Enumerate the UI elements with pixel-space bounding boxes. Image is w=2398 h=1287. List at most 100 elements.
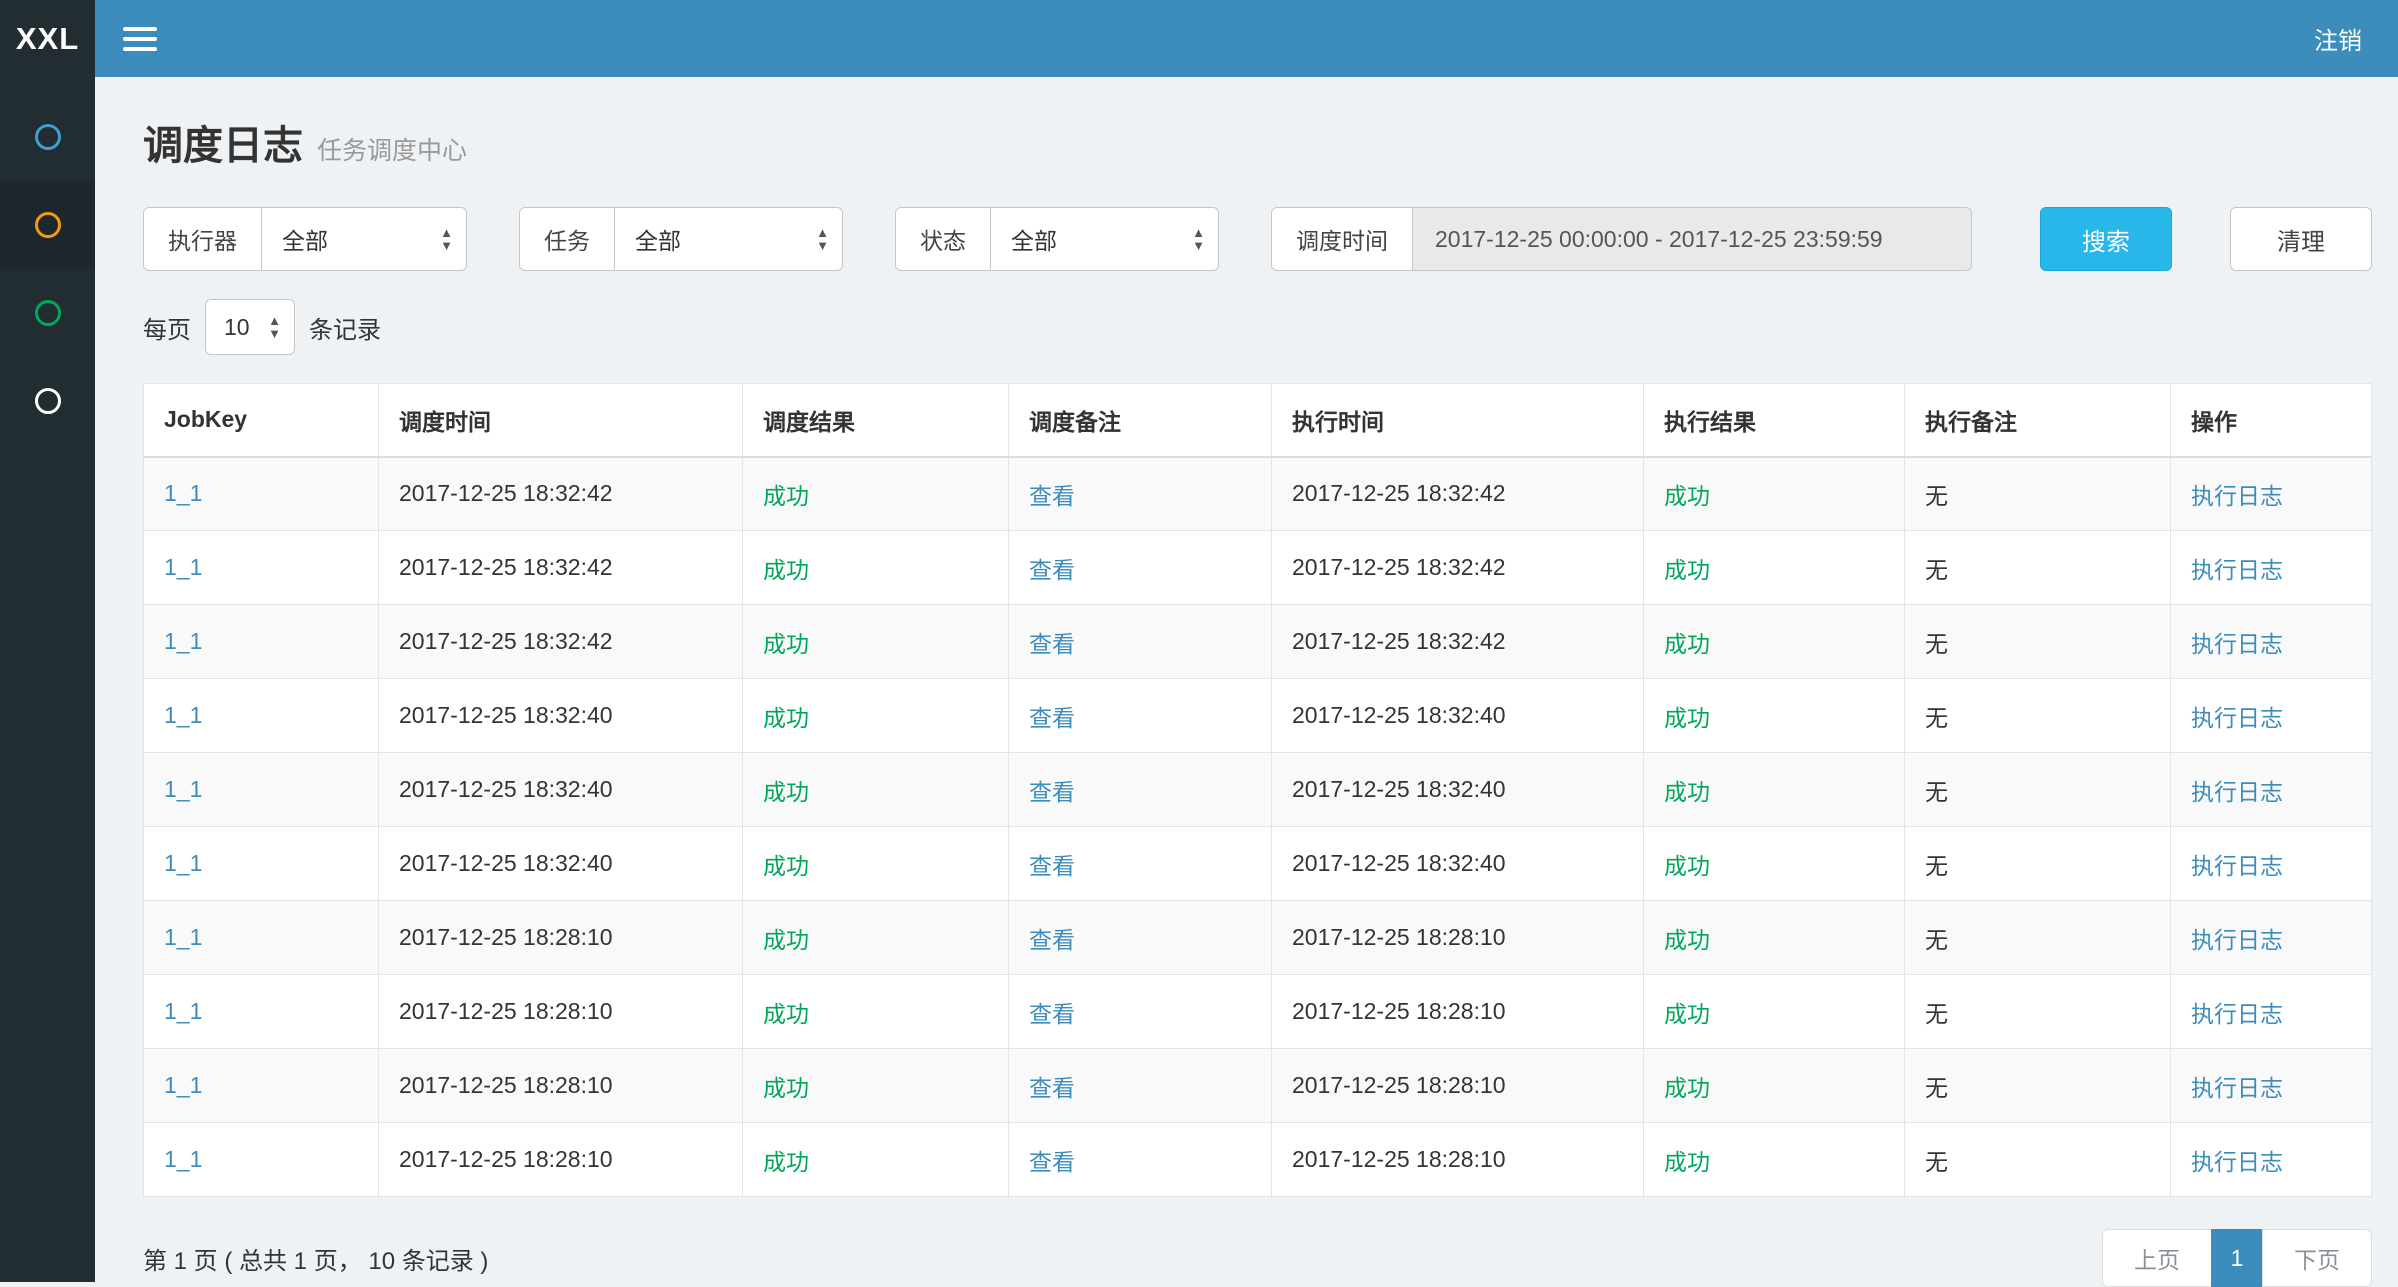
dispatch-result: 成功 — [763, 1149, 809, 1175]
sidebar-item-3[interactable] — [0, 269, 95, 357]
pagination: 上页 1 下页 — [2102, 1229, 2372, 1287]
dispatch-time: 2017-12-25 18:32:40 — [379, 827, 743, 901]
page-size-select[interactable]: 10 ▲▼ — [205, 299, 295, 355]
column-header: JobKey — [144, 384, 379, 457]
exec-log-link[interactable]: 执行日志 — [2191, 557, 2283, 583]
executor-filter-label: 执行器 — [143, 207, 261, 271]
filter-toolbar: 执行器 全部 ▲▼ 任务 全部 ▲▼ 状态 全部 ▲▼ 调度时间 搜索 清理 — [143, 207, 2372, 271]
select-value: 全部 — [1011, 222, 1057, 256]
time-filter-group: 调度时间 — [1271, 207, 1972, 271]
page-size-prefix: 每页 — [143, 310, 191, 345]
table-row: 1_1 2017-12-25 18:28:10 成功 查看 2017-12-25 18:… — [144, 1123, 2372, 1197]
dispatch-time: 2017-12-25 18:32:40 — [379, 753, 743, 827]
column-header: 执行备注 — [1905, 384, 2171, 457]
exec-result: 成功 — [1664, 1075, 1710, 1101]
exec-time: 2017-12-25 18:32:40 — [1272, 753, 1644, 827]
dispatch-remark-link[interactable]: 查看 — [1029, 927, 1075, 953]
dispatch-result: 成功 — [763, 557, 809, 583]
status-filter-select[interactable]: 全部 ▲▼ — [990, 207, 1219, 271]
circle-outline-icon — [35, 212, 61, 238]
job-filter-select[interactable]: 全部 ▲▼ — [614, 207, 843, 271]
dispatch-result: 成功 — [763, 927, 809, 953]
sidebar-item-1[interactable] — [0, 93, 95, 181]
table-row: 1_12017-12-25 18:32:42成功查看2017-12-25 18:… — [144, 605, 2372, 679]
job-key-link[interactable]: 1_1 — [164, 924, 202, 950]
dispatch-remark-link[interactable]: 查看 — [1029, 853, 1075, 879]
table-row: 1_1 2017-12-25 18:32:42 成功 查看 2017-12-25 18:… — [144, 457, 2372, 531]
pagination-summary: 第 1 页 ( 总共 1 页， 10 条记录 ) — [143, 1241, 488, 1276]
dispatch-remark-link[interactable]: 查看 — [1029, 1149, 1075, 1175]
exec-log-link[interactable]: 执行日志 — [2191, 853, 2283, 879]
dispatch-result: 成功 — [763, 1075, 809, 1101]
exec-log-link[interactable]: 执行日志 — [2191, 705, 2283, 731]
exec-log-link[interactable]: 执行日志 — [2191, 631, 2283, 657]
dispatch-remark-link[interactable]: 查看 — [1029, 705, 1075, 731]
log-table-head: JobKey调度时间调度结果调度备注执行时间执行结果执行备注操作 — [144, 384, 2372, 457]
exec-time: 2017-12-25 18:28:10 — [1272, 1123, 1644, 1197]
sidebar-item-4[interactable] — [0, 357, 95, 445]
next-page-button[interactable]: 下页 — [2262, 1229, 2372, 1287]
page-size-control: 每页 10 ▲▼ 条记录 — [143, 299, 2372, 355]
exec-result: 成功 — [1664, 1149, 1710, 1175]
status-filter-label: 状态 — [895, 207, 990, 271]
search-button[interactable]: 搜索 — [2040, 207, 2172, 271]
exec-remark: 无 — [1905, 605, 2171, 679]
app-logo[interactable]: XXL — [0, 0, 95, 77]
circle-outline-icon — [35, 124, 61, 150]
table-row: 1_12017-12-25 18:32:42成功查看2017-12-25 18:… — [144, 531, 2372, 605]
dispatch-remark-link[interactable]: 查看 — [1029, 1075, 1075, 1101]
exec-log-link[interactable]: 执行日志 — [2191, 1001, 2283, 1027]
job-key-link[interactable]: 1_1 — [164, 554, 202, 580]
prev-page-button[interactable]: 上页 — [2102, 1229, 2212, 1287]
table-row: 1_1 2017-12-25 18:32:40 成功 查看 2017-12-25 18:… — [144, 753, 2372, 827]
job-key-link[interactable]: 1_1 — [164, 1072, 202, 1098]
dispatch-remark-link[interactable]: 查看 — [1029, 779, 1075, 805]
status-filter-group: 状态 全部 ▲▼ — [895, 207, 1219, 271]
exec-log-link[interactable]: 执行日志 — [2191, 483, 2283, 509]
job-filter-group: 任务 全部 ▲▼ — [519, 207, 843, 271]
dispatch-result: 成功 — [763, 631, 809, 657]
job-key-link[interactable]: 1_1 — [164, 776, 202, 802]
dispatch-remark-link[interactable]: 查看 — [1029, 557, 1075, 583]
executor-filter-select[interactable]: 全部 ▲▼ — [261, 207, 467, 271]
dispatch-time: 2017-12-25 18:28:10 — [379, 1123, 743, 1197]
exec-remark: 无 — [1905, 1123, 2171, 1197]
dispatch-remark-link[interactable]: 查看 — [1029, 1001, 1075, 1027]
job-key-link[interactable]: 1_1 — [164, 628, 202, 654]
exec-log-link[interactable]: 执行日志 — [2191, 779, 2283, 805]
dispatch-result: 成功 — [763, 483, 809, 509]
time-range-input[interactable] — [1412, 207, 1972, 271]
dispatch-remark-link[interactable]: 查看 — [1029, 483, 1075, 509]
job-key-link[interactable]: 1_1 — [164, 998, 202, 1024]
dispatch-time: 2017-12-25 18:32:42 — [379, 531, 743, 605]
exec-log-link[interactable]: 执行日志 — [2191, 1149, 2283, 1175]
exec-log-link[interactable]: 执行日志 — [2191, 1075, 2283, 1101]
dispatch-time: 2017-12-25 18:32:42 — [379, 457, 743, 531]
exec-time: 2017-12-25 18:32:42 — [1272, 457, 1644, 531]
job-key-link[interactable]: 1_1 — [164, 1146, 202, 1172]
exec-log-link[interactable]: 执行日志 — [2191, 927, 2283, 953]
log-table: JobKey调度时间调度结果调度备注执行时间执行结果执行备注操作 1_1 2017… — [143, 383, 2372, 1197]
dispatch-time: 2017-12-25 18:28:10 — [379, 901, 743, 975]
table-row: 1_12017-12-25 18:32:40成功查看2017-12-25 18:… — [144, 827, 2372, 901]
job-key-link[interactable]: 1_1 — [164, 850, 202, 876]
page-subtitle: 任务调度中心 — [317, 137, 467, 165]
logout-link[interactable]: 注销 — [2314, 21, 2362, 56]
dispatch-remark-link[interactable]: 查看 — [1029, 631, 1075, 657]
hamburger-menu-icon[interactable] — [123, 19, 157, 59]
clear-button[interactable]: 清理 — [2230, 207, 2372, 271]
sidebar — [0, 77, 95, 1282]
exec-remark: 无 — [1905, 753, 2171, 827]
exec-time: 2017-12-25 18:28:10 — [1272, 1049, 1644, 1123]
job-filter-label: 任务 — [519, 207, 614, 271]
job-key-link[interactable]: 1_1 — [164, 480, 202, 506]
exec-remark: 无 — [1905, 531, 2171, 605]
column-header: 执行结果 — [1644, 384, 1905, 457]
current-page-button[interactable]: 1 — [2211, 1229, 2263, 1287]
column-header: 调度备注 — [1009, 384, 1272, 457]
exec-result: 成功 — [1664, 779, 1710, 805]
job-key-link[interactable]: 1_1 — [164, 702, 202, 728]
sidebar-item-2[interactable] — [0, 181, 95, 269]
top-navbar: XXL 注销 — [0, 0, 2398, 77]
select-value: 10 — [224, 314, 250, 341]
